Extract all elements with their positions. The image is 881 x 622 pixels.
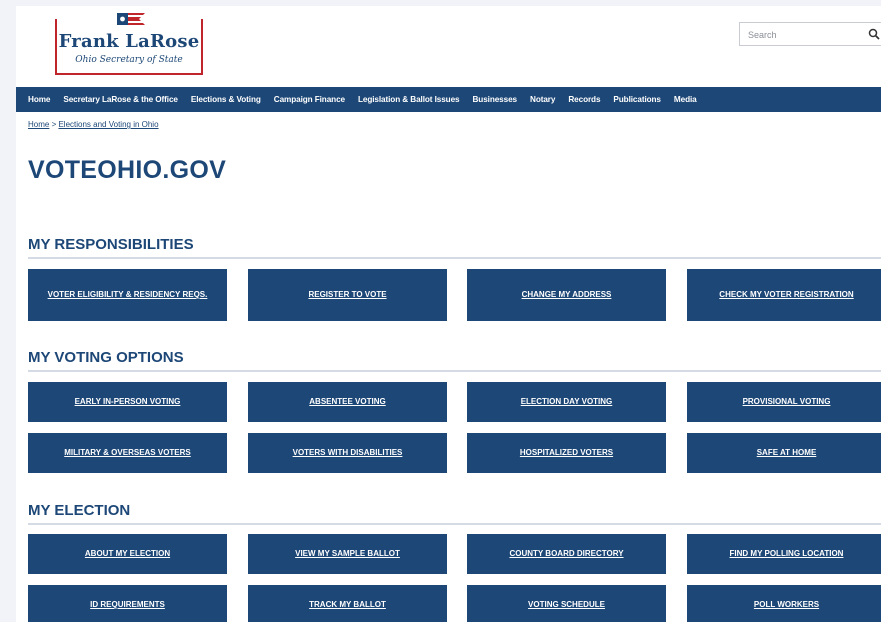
nav-item-home[interactable]: Home [28, 95, 50, 104]
poll-workers-button[interactable]: POLL WORKERS [687, 585, 881, 622]
ohio-flag-icon [117, 13, 145, 25]
page: Frank LaRose Ohio Secretary of State Hom… [16, 6, 881, 622]
search-box [739, 22, 881, 46]
military-overseas-button[interactable]: MILITARY & OVERSEAS VOTERS [28, 433, 227, 473]
voters-disabilities-button[interactable]: VOTERS WITH DISABILITIES [248, 433, 447, 473]
voter-eligibility-button[interactable]: VOTER ELIGIBILITY & RESIDENCY REQS. [28, 269, 227, 321]
nav-item-elections[interactable]: Elections & Voting [191, 95, 261, 104]
search-input[interactable] [746, 26, 860, 44]
change-address-button[interactable]: CHANGE MY ADDRESS [467, 269, 666, 321]
search-icon[interactable] [868, 28, 880, 40]
election-day-voting-button[interactable]: ELECTION DAY VOTING [467, 382, 666, 422]
section-divider [28, 257, 881, 259]
nav-item-media[interactable]: Media [674, 95, 697, 104]
polling-location-button[interactable]: FIND MY POLLING LOCATION [687, 534, 881, 574]
site-header: Frank LaRose Ohio Secretary of State [16, 6, 881, 87]
page-title: VOTEOHIO.GOV [28, 156, 227, 184]
site-logo[interactable]: Frank LaRose Ohio Secretary of State [55, 13, 203, 75]
nav-item-legislation[interactable]: Legislation & Ballot Issues [358, 95, 460, 104]
section-title-voting-options: MY VOTING OPTIONS [28, 349, 184, 366]
register-to-vote-button[interactable]: REGISTER TO VOTE [248, 269, 447, 321]
nav-item-campaign-finance[interactable]: Campaign Finance [274, 95, 345, 104]
sample-ballot-button[interactable]: VIEW MY SAMPLE BALLOT [248, 534, 447, 574]
safe-at-home-button[interactable]: SAFE AT HOME [687, 433, 881, 473]
hospitalized-voters-button[interactable]: HOSPITALIZED VOTERS [467, 433, 666, 473]
absentee-voting-button[interactable]: ABSENTEE VOTING [248, 382, 447, 422]
nav-item-secretary[interactable]: Secretary LaRose & the Office [63, 95, 178, 104]
about-election-button[interactable]: ABOUT MY ELECTION [28, 534, 227, 574]
nav-item-publications[interactable]: Publications [613, 95, 661, 104]
breadcrumb-current[interactable]: Elections and Voting in Ohio [58, 120, 158, 129]
nav-item-records[interactable]: Records [568, 95, 600, 104]
logo-name: Frank LaRose [58, 31, 200, 52]
check-registration-button[interactable]: CHECK MY VOTER REGISTRATION [687, 269, 881, 321]
breadcrumb-home[interactable]: Home [28, 120, 49, 129]
nav-item-notary[interactable]: Notary [530, 95, 555, 104]
county-board-directory-button[interactable]: COUNTY BOARD DIRECTORY [467, 534, 666, 574]
section-divider [28, 523, 881, 525]
early-voting-button[interactable]: EARLY IN-PERSON VOTING [28, 382, 227, 422]
provisional-voting-button[interactable]: PROVISIONAL VOTING [687, 382, 881, 422]
nav-item-businesses[interactable]: Businesses [472, 95, 517, 104]
logo-subtitle: Ohio Secretary of State [75, 55, 183, 65]
section-title-my-election: MY ELECTION [28, 502, 131, 519]
main-nav: Home Secretary LaRose & the Office Elect… [16, 87, 881, 112]
id-requirements-button[interactable]: ID REQUIREMENTS [28, 585, 227, 622]
track-ballot-button[interactable]: TRACK MY BALLOT [248, 585, 447, 622]
voting-schedule-button[interactable]: VOTING SCHEDULE [467, 585, 666, 622]
breadcrumb: Home > Elections and Voting in Ohio [28, 120, 159, 129]
section-divider [28, 370, 881, 372]
section-title-responsibilities: MY RESPONSIBILITIES [28, 236, 194, 253]
